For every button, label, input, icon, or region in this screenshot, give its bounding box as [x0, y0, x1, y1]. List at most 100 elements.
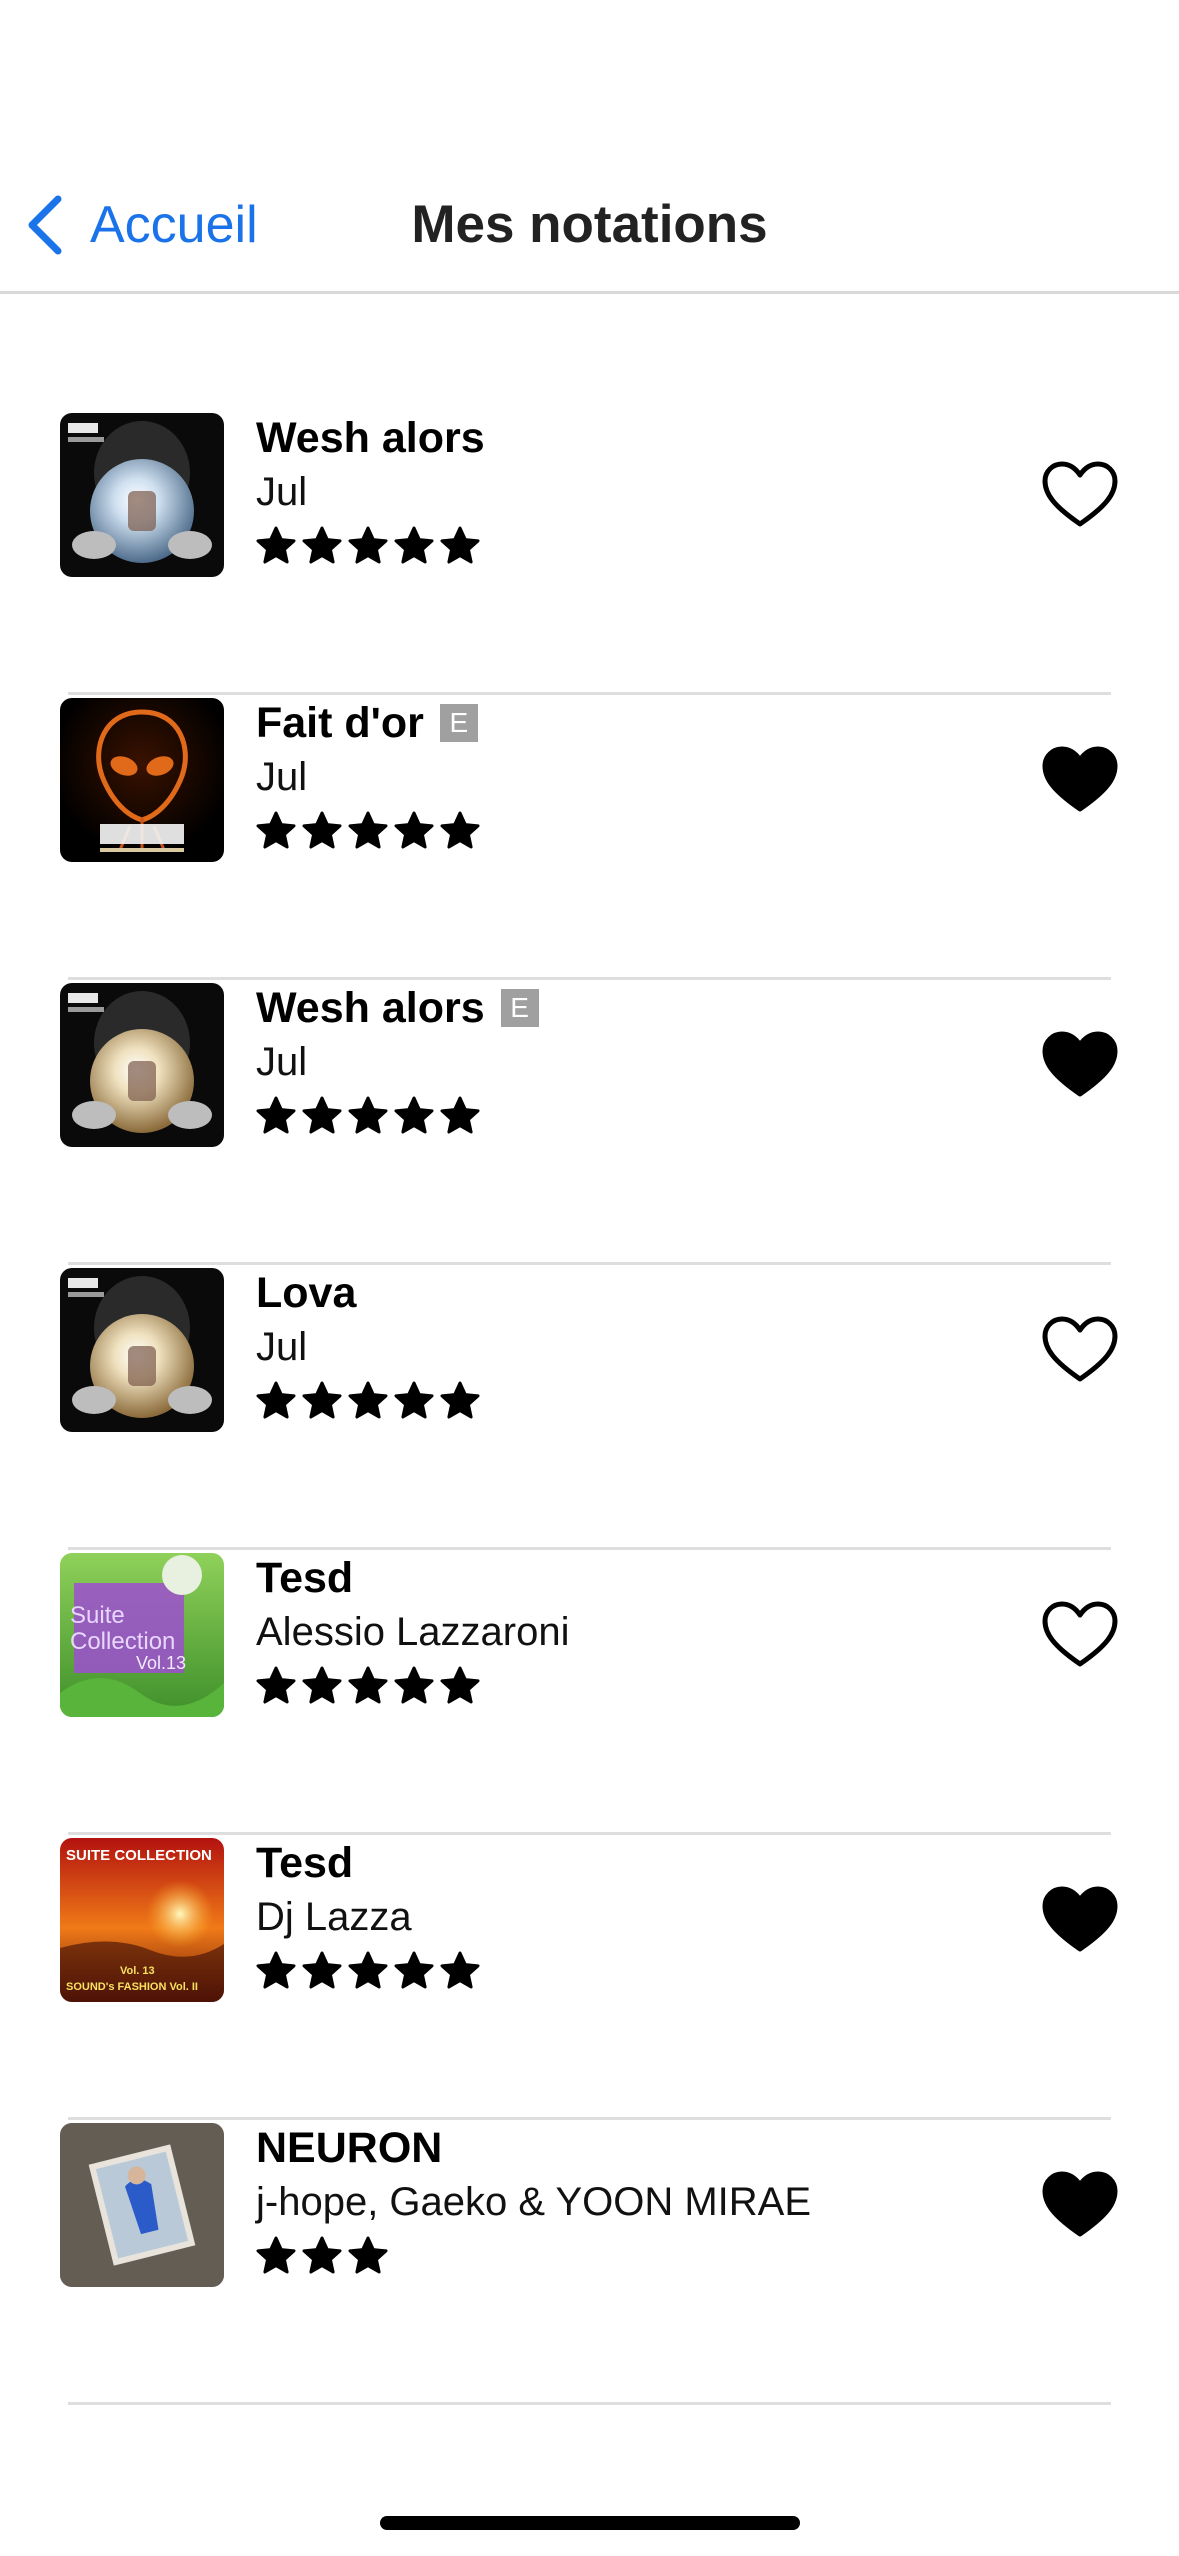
- track-title-line: Wesh alors: [256, 410, 1016, 466]
- track-artist: Alessio Lazzaroni: [256, 1610, 570, 1654]
- track-artist: Dj Lazza: [256, 1895, 412, 1939]
- like-button[interactable]: [1040, 460, 1120, 530]
- track-title-line: Tesd: [256, 1835, 1016, 1891]
- navigation-bar: Accueil Mes notations: [0, 0, 1179, 294]
- star-rating[interactable]: [256, 811, 1016, 851]
- star-icon: [394, 1666, 434, 1704]
- track-info: Wesh alors E Jul: [256, 980, 1016, 1136]
- track-title: Fait d'or: [256, 699, 424, 747]
- track-title-line: Wesh alors E: [256, 980, 1016, 1036]
- album-cover: [60, 413, 224, 577]
- album-cover: [60, 698, 224, 862]
- like-button[interactable]: [1040, 745, 1120, 815]
- album-cover: Suite Collection Vol.13: [60, 1553, 224, 1717]
- svg-text:Suite: Suite: [70, 1602, 125, 1629]
- like-button[interactable]: [1040, 2170, 1120, 2240]
- track-artist: Jul: [256, 1040, 308, 1084]
- track-title-line: Fait d'or E: [256, 695, 1016, 751]
- heart-filled-icon: [1042, 1031, 1118, 1097]
- star-icon: [394, 526, 434, 564]
- heart-outline-icon: [1042, 461, 1118, 527]
- track-title: Tesd: [256, 1839, 354, 1887]
- star-icon: [440, 1951, 480, 1989]
- star-icon: [440, 1666, 480, 1704]
- star-rating[interactable]: [256, 1381, 1016, 1421]
- track-title: Tesd: [256, 1554, 354, 1602]
- svg-text:Vol. 13: Vol. 13: [120, 1965, 155, 1977]
- star-rating[interactable]: [256, 1666, 1016, 1706]
- star-icon: [348, 1381, 388, 1419]
- star-icon: [440, 526, 480, 564]
- home-indicator[interactable]: [380, 2516, 800, 2530]
- star-icon: [440, 1381, 480, 1419]
- heart-outline-icon: [1042, 1601, 1118, 1667]
- track-artist: j-hope, Gaeko & YOON MIRAE: [256, 2180, 812, 2224]
- heart-filled-icon: [1042, 2171, 1118, 2237]
- rating-row[interactable]: Suite Collection Vol.13 Tesd Alessio Laz…: [0, 1550, 1179, 1835]
- svg-text:SOUND's FASHION Vol. II: SOUND's FASHION Vol. II: [66, 1981, 198, 1993]
- album-cover: SUITE COLLECTION Vol. 13 SOUND's FASHION…: [60, 1838, 224, 2002]
- rating-row[interactable]: Lova Jul: [0, 1265, 1179, 1550]
- svg-text:Vol.13: Vol.13: [136, 1653, 186, 1673]
- like-button[interactable]: [1040, 1315, 1120, 1385]
- star-icon: [348, 1951, 388, 1989]
- star-icon: [256, 1381, 296, 1419]
- track-info: Fait d'or E Jul: [256, 695, 1016, 851]
- track-info: Wesh alors Jul: [256, 410, 1016, 566]
- track-title: Lova: [256, 1269, 357, 1317]
- star-rating[interactable]: [256, 2236, 1016, 2276]
- star-rating[interactable]: [256, 1096, 1016, 1136]
- album-cover: [60, 2123, 224, 2287]
- star-icon: [394, 1381, 434, 1419]
- star-rating[interactable]: [256, 526, 1016, 566]
- explicit-badge: E: [500, 989, 539, 1027]
- track-title-line: Lova: [256, 1265, 1016, 1321]
- like-button[interactable]: [1040, 1030, 1120, 1100]
- page-title: Mes notations: [411, 195, 768, 254]
- rating-row[interactable]: Fait d'or E Jul: [0, 695, 1179, 980]
- track-artist: Jul: [256, 755, 308, 799]
- like-button[interactable]: [1040, 1600, 1120, 1670]
- star-rating[interactable]: [256, 1951, 1016, 1991]
- star-icon: [302, 811, 342, 849]
- star-icon: [302, 2236, 342, 2274]
- album-cover: [60, 1268, 224, 1432]
- track-info: Tesd Alessio Lazzaroni: [256, 1550, 1016, 1706]
- star-icon: [348, 1096, 388, 1134]
- row-divider: [68, 2402, 1111, 2405]
- rating-row[interactable]: Wesh alors Jul: [0, 410, 1179, 695]
- star-icon: [440, 1096, 480, 1134]
- star-icon: [256, 1096, 296, 1134]
- star-icon: [256, 1666, 296, 1704]
- explicit-badge: E: [439, 704, 478, 742]
- rating-row[interactable]: Wesh alors E Jul: [0, 980, 1179, 1265]
- svg-text:Collection: Collection: [70, 1628, 175, 1655]
- svg-text:SUITE COLLECTION: SUITE COLLECTION: [66, 1847, 212, 1864]
- star-icon: [394, 1096, 434, 1134]
- heart-filled-icon: [1042, 1886, 1118, 1952]
- star-icon: [256, 526, 296, 564]
- track-artist: Jul: [256, 1325, 308, 1369]
- like-button[interactable]: [1040, 1885, 1120, 1955]
- star-icon: [302, 526, 342, 564]
- star-icon: [302, 1096, 342, 1134]
- star-icon: [394, 1951, 434, 1989]
- star-icon: [256, 1951, 296, 1989]
- star-icon: [256, 811, 296, 849]
- track-title-line: NEURON: [256, 2120, 1016, 2176]
- track-info: Lova Jul: [256, 1265, 1016, 1421]
- star-icon: [302, 1666, 342, 1704]
- star-icon: [394, 811, 434, 849]
- rating-row[interactable]: SUITE COLLECTION Vol. 13 SOUND's FASHION…: [0, 1835, 1179, 2120]
- star-icon: [440, 811, 480, 849]
- star-icon: [348, 2236, 388, 2274]
- heart-filled-icon: [1042, 746, 1118, 812]
- ratings-list: Wesh alors Jul Fait d'or E Jul Wesh alor…: [0, 410, 1179, 2405]
- star-icon: [348, 811, 388, 849]
- rating-row[interactable]: NEURON j-hope, Gaeko & YOON MIRAE: [0, 2120, 1179, 2405]
- track-artist: Jul: [256, 470, 308, 514]
- track-title: NEURON: [256, 2124, 443, 2172]
- album-cover: [60, 983, 224, 1147]
- star-icon: [348, 526, 388, 564]
- track-info: NEURON j-hope, Gaeko & YOON MIRAE: [256, 2120, 1016, 2276]
